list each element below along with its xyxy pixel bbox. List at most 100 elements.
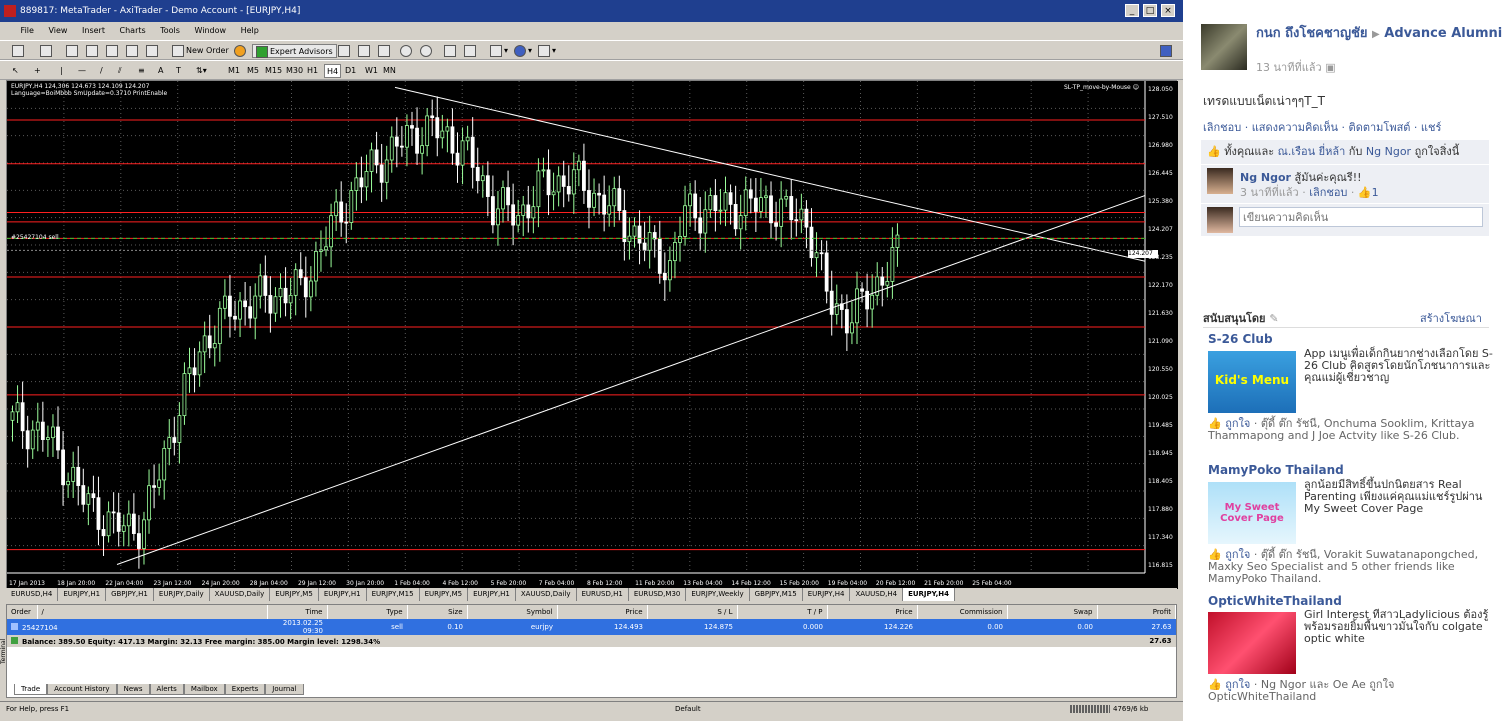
col-time[interactable]: Time: [267, 605, 328, 619]
unlike-link[interactable]: เลิกชอบ: [1203, 121, 1241, 134]
candlesticks-button[interactable]: [358, 44, 372, 58]
tab-alerts[interactable]: Alerts: [149, 684, 184, 695]
chart-tab[interactable]: EURJPY,H1: [58, 588, 107, 601]
ad-title[interactable]: MamyPoko Thailand: [1208, 463, 1344, 477]
col-price[interactable]: Price: [557, 605, 648, 619]
create-ad-link[interactable]: สร้างโฆษณา: [1420, 309, 1482, 327]
chat-button[interactable]: [1160, 44, 1174, 58]
tab-trade[interactable]: Trade: [14, 684, 48, 695]
fibonacci-button[interactable]: ≡: [138, 64, 145, 78]
comment-link[interactable]: แสดงความคิดเห็น: [1252, 121, 1338, 134]
chart-tab[interactable]: GBPJPY,M15: [750, 588, 803, 601]
arrows-button[interactable]: ⇅▾: [196, 64, 207, 78]
crosshair-button[interactable]: +: [34, 64, 41, 78]
chart-tab[interactable]: EURJPY,Daily: [154, 588, 210, 601]
chart-tab[interactable]: XAUUSD,H4: [850, 588, 904, 601]
col-symbol[interactable]: Symbol: [467, 605, 558, 619]
comment-input[interactable]: [1239, 207, 1483, 227]
liker-link[interactable]: ณ.เรือน ยี่หล้า: [1278, 145, 1346, 158]
post-time[interactable]: 13 นาทีที่แล้ว ▣: [1256, 58, 1336, 76]
col-sort[interactable]: /: [37, 605, 268, 619]
autoscroll-button[interactable]: [444, 44, 458, 58]
metaeditor-button[interactable]: [234, 44, 248, 58]
tab-account-history[interactable]: Account History: [47, 684, 117, 695]
col-commission[interactable]: Commission: [917, 605, 1008, 619]
chart-tab[interactable]: EURJPY,H4: [803, 588, 851, 601]
tab-journal[interactable]: Journal: [265, 684, 304, 695]
col-order[interactable]: Order: [7, 605, 38, 619]
menu-help[interactable]: Help: [235, 22, 265, 40]
close-button[interactable]: ×: [1161, 4, 1175, 17]
chart-shift-button[interactable]: [464, 44, 478, 58]
tab-experts[interactable]: Experts: [224, 684, 266, 695]
timeframe-m30[interactable]: M30: [286, 64, 303, 78]
timeframe-m5[interactable]: M5: [247, 64, 259, 78]
chart-tab[interactable]: EURJPY,H1: [319, 588, 367, 601]
navigator-button[interactable]: [106, 44, 120, 58]
menu-charts[interactable]: Charts: [114, 22, 152, 40]
timeframe-h4[interactable]: H4: [324, 64, 342, 78]
col-cur-price[interactable]: Price: [827, 605, 918, 619]
chart-tab[interactable]: EURJPY,Weekly: [686, 588, 750, 601]
timeframe-d1[interactable]: D1: [345, 64, 356, 78]
line-chart-button[interactable]: [378, 44, 392, 58]
timeframe-w1[interactable]: W1: [365, 64, 378, 78]
chart-tab[interactable]: EURUSD,H1: [577, 588, 629, 601]
profiles-button[interactable]: [40, 44, 54, 58]
menu-insert[interactable]: Insert: [76, 22, 111, 40]
label-button[interactable]: T: [176, 64, 181, 78]
ad-image[interactable]: My Sweet Cover Page: [1208, 482, 1296, 544]
menu-tools[interactable]: Tools: [154, 22, 186, 40]
text-button[interactable]: A: [158, 64, 163, 78]
new-chart-button[interactable]: [12, 44, 26, 58]
menu-file[interactable]: File: [15, 22, 40, 40]
menu-window[interactable]: Window: [188, 22, 232, 40]
group-name[interactable]: Advance Alumni: [1384, 26, 1502, 41]
timeframe-h1[interactable]: H1: [307, 64, 318, 78]
col-profit[interactable]: Profit: [1097, 605, 1176, 619]
price-chart[interactable]: 128.050 127.510 126.980 126.445 125.380 124.2…: [6, 80, 1178, 589]
tab-mailbox[interactable]: Mailbox: [183, 684, 225, 695]
col-type[interactable]: Type: [327, 605, 408, 619]
ad-image[interactable]: [1208, 612, 1296, 674]
trendline-button[interactable]: /: [100, 64, 103, 78]
zoom-out-button[interactable]: [420, 44, 434, 58]
menu-view[interactable]: View: [42, 22, 73, 40]
tab-news[interactable]: News: [116, 684, 150, 695]
comment-unlike-link[interactable]: เลิกชอบ: [1309, 186, 1347, 199]
ad-title[interactable]: OpticWhiteThailand: [1208, 594, 1342, 608]
timeframe-mn[interactable]: MN: [383, 64, 396, 78]
maximize-button[interactable]: □: [1143, 4, 1157, 17]
timeframe-m15[interactable]: M15: [265, 64, 282, 78]
chart-tab[interactable]: EURUSD,H4: [6, 588, 59, 601]
author-avatar[interactable]: [1201, 24, 1247, 70]
follow-link[interactable]: ติดตามโพสต์: [1349, 121, 1411, 134]
chart-tab[interactable]: XAUUSD,Daily: [516, 588, 577, 601]
templates-button[interactable]: ▾: [538, 44, 556, 58]
chart-tab[interactable]: EURJPY,H1: [468, 588, 516, 601]
expert-advisors-button[interactable]: Expert Advisors: [252, 44, 337, 58]
chart-tab[interactable]: XAUUSD,Daily: [210, 588, 271, 601]
share-link[interactable]: แชร์: [1421, 121, 1441, 134]
author-name[interactable]: กนก ถึงโชคชาญชัย: [1256, 26, 1368, 41]
col-swap[interactable]: Swap: [1007, 605, 1098, 619]
terminal-button[interactable]: [126, 44, 140, 58]
timeframe-m1[interactable]: M1: [228, 64, 240, 78]
table-row[interactable]: 25427104 2013.02.25 09:30 sell 0.10 eurj…: [7, 619, 1176, 635]
channel-button[interactable]: ⫽: [118, 64, 122, 78]
col-sl[interactable]: S / L: [647, 605, 738, 619]
col-tp[interactable]: T / P: [737, 605, 828, 619]
cursor-button[interactable]: ↖: [12, 64, 19, 78]
chart-tab[interactable]: EURJPY,M5: [270, 588, 319, 601]
minimize-button[interactable]: _: [1125, 4, 1139, 17]
new-order-button[interactable]: New Order: [172, 44, 229, 58]
zoom-in-button[interactable]: [400, 44, 414, 58]
comment-like-count[interactable]: 👍1: [1358, 186, 1379, 199]
indicators-button[interactable]: ▾: [490, 44, 508, 58]
chart-tab[interactable]: EURJPY,M5: [420, 588, 469, 601]
market-watch-button[interactable]: [66, 44, 80, 58]
chart-tab[interactable]: EURUSD,M30: [629, 588, 687, 601]
bar-chart-button[interactable]: [338, 44, 352, 58]
horizontal-line-button[interactable]: —: [78, 64, 86, 78]
commenter-avatar[interactable]: [1207, 168, 1233, 194]
